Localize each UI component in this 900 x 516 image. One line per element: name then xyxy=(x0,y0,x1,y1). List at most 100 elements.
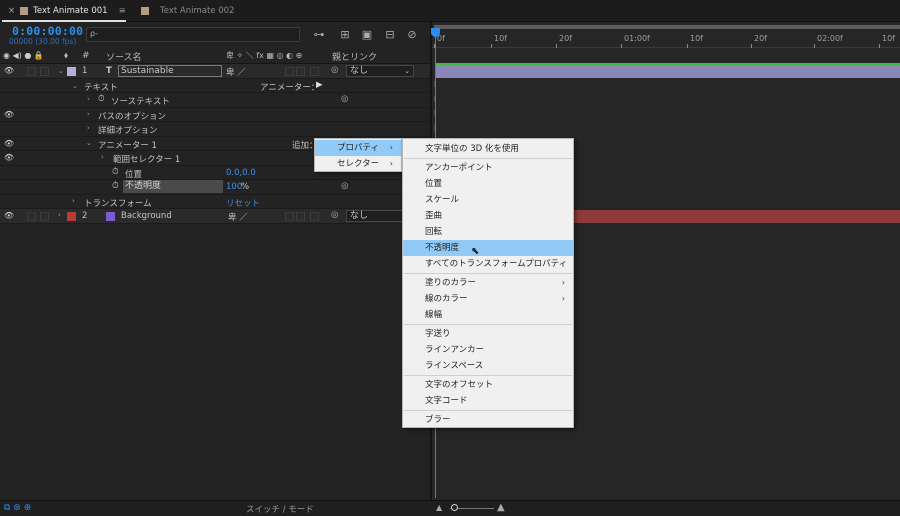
layer-1-duration-bar[interactable] xyxy=(436,65,900,78)
chevron-right-icon: › xyxy=(389,159,393,168)
menu-item-selector[interactable]: セレクター › xyxy=(315,156,401,172)
menu-item[interactable]: 位置 xyxy=(403,176,573,192)
motion-blur-switch[interactable] xyxy=(296,67,305,76)
menu-item[interactable]: 文字のオフセット xyxy=(403,377,573,393)
menu-item[interactable]: 不透明度 ⬉ xyxy=(403,240,573,257)
layer-name[interactable]: Background xyxy=(121,211,172,221)
menu-item[interactable]: 歪曲 xyxy=(403,208,573,224)
pickwhip-icon[interactable]: ◎ xyxy=(331,65,338,75)
ruler-tick-label: 01:00f xyxy=(624,34,650,43)
menu-item[interactable]: 線のカラー › xyxy=(403,291,573,307)
time-ruler[interactable]: 0f 10f 20f 01:00f 10f 20f 02:00f 10f xyxy=(432,30,900,48)
layer-row-2[interactable]: 👁 › 2 Background 卑 ／ ◎ なし⌄ xyxy=(0,209,430,224)
play-icon[interactable]: ▶ xyxy=(316,80,323,90)
ruler-tick-mark xyxy=(621,44,622,48)
property-more-options[interactable]: › 詳細オプション xyxy=(0,122,430,137)
menu-item[interactable]: 字送り xyxy=(403,326,573,342)
stopwatch-icon[interactable]: ⏱ xyxy=(112,181,119,191)
property-path-options[interactable]: 👁 › パスのオプション xyxy=(0,108,430,122)
switches-modes-toggle[interactable]: スイッチ / モード xyxy=(246,503,314,515)
layer-search-field[interactable]: ρ- xyxy=(86,27,300,42)
collapse-switch-icon[interactable]: 卑 ／ xyxy=(228,211,248,223)
ruler-tick-label: 20f xyxy=(754,34,767,43)
pickwhip-icon[interactable]: ◎ xyxy=(341,181,348,191)
zoom-slider-handle[interactable] xyxy=(451,504,458,511)
lock-switch[interactable] xyxy=(40,212,49,221)
current-time-display[interactable]: 0:00:00:00 xyxy=(12,24,83,38)
comp-color-swatch xyxy=(20,7,29,15)
comp-flowchart-icon[interactable]: ⊶ xyxy=(312,28,326,41)
opacity-value[interactable]: 100 xyxy=(226,182,242,192)
search-input[interactable] xyxy=(87,28,299,41)
pickwhip-icon[interactable]: ◎ xyxy=(331,210,338,220)
motion-blur-switch[interactable] xyxy=(296,212,305,221)
menu-item[interactable]: ラインスペース xyxy=(403,358,573,374)
work-area-bar[interactable] xyxy=(434,25,900,29)
reset-link[interactable]: リセット xyxy=(226,197,260,209)
menu-item[interactable]: 回転 xyxy=(403,224,573,240)
range-selector-label: 範囲セレクター 1 xyxy=(113,155,181,165)
fx-switch[interactable] xyxy=(285,67,294,76)
layer-number: 1 xyxy=(82,66,88,76)
eye-icon[interactable]: 👁 xyxy=(3,210,15,222)
menu-item[interactable]: 文字コード xyxy=(403,393,573,409)
adjustment-switch[interactable] xyxy=(310,212,319,221)
menu-item[interactable]: スケール xyxy=(403,192,573,208)
tab-text-animate-001[interactable]: × Text Animate 001 ≡ xyxy=(2,0,132,22)
position-value[interactable]: 0.0,0.0 xyxy=(226,168,256,178)
property-source-text[interactable]: › ⏱ ソーステキスト ◎ xyxy=(0,93,430,108)
property-opacity[interactable]: ⏱ 不透明度 100 % ◎ xyxy=(0,180,430,195)
chevron-right-icon[interactable]: › xyxy=(87,124,90,132)
eye-icon[interactable]: 👁 xyxy=(3,65,15,77)
tab-text-animate-002[interactable]: Text Animate 002 xyxy=(135,0,240,22)
layer-label-color[interactable] xyxy=(67,212,76,221)
layer-label-color[interactable] xyxy=(67,67,76,76)
adjustment-switch[interactable] xyxy=(310,67,319,76)
solo-switch[interactable] xyxy=(27,67,36,76)
motion-blur-icon[interactable]: ⊘ xyxy=(405,28,419,41)
lock-switch[interactable] xyxy=(40,67,49,76)
solo-switch[interactable] xyxy=(27,212,36,221)
property-transform[interactable]: › トランスフォーム リセット xyxy=(0,195,430,209)
frame-rate-label: 00000 (30.00 fps) xyxy=(9,37,77,46)
layer-row-1[interactable]: 👁 ⌄ 1 T Sustainable 卑 ／ ◎ なし ⌄ xyxy=(0,64,430,79)
parent-link-header[interactable]: 親とリンク xyxy=(332,50,377,63)
shy-layers-icon[interactable]: ▣ xyxy=(360,28,374,41)
ruler-tick-mark xyxy=(687,44,688,48)
menu-item[interactable]: ラインアンカー xyxy=(403,342,573,358)
fx-switch[interactable] xyxy=(285,212,294,221)
chevron-down-icon[interactable]: ⌄ xyxy=(58,67,64,75)
frame-blending-icon[interactable]: ⊟ xyxy=(383,28,397,41)
draft-3d-icon[interactable]: ⊞ xyxy=(338,28,352,41)
zoom-in-icon[interactable]: ▲ xyxy=(497,502,505,513)
chevron-right-icon[interactable]: › xyxy=(87,95,90,103)
menu-item[interactable]: 文字単位の 3D 化を使用 xyxy=(403,141,573,157)
menu-item-property[interactable]: プロパティ › xyxy=(315,140,401,156)
chevron-right-icon[interactable]: › xyxy=(101,153,104,161)
stopwatch-icon[interactable]: ⏱ xyxy=(112,167,119,177)
property-text[interactable]: ⌄ テキスト アニメーター： ▶ xyxy=(0,79,430,93)
menu-item[interactable]: すべてのトランスフォームプロパティ xyxy=(403,256,573,272)
collapse-switch-icon[interactable]: 卑 ／ xyxy=(226,66,246,78)
parent-dropdown[interactable]: なし ⌄ xyxy=(346,65,414,77)
source-name-header[interactable]: ソース名 xyxy=(106,50,142,63)
stopwatch-icon[interactable]: ⏱ xyxy=(98,94,105,104)
menu-item[interactable]: アンカーポイント xyxy=(403,160,573,176)
chevron-right-icon[interactable]: › xyxy=(72,197,75,205)
chevron-down-icon[interactable]: ⌄ xyxy=(86,139,92,147)
close-tab-icon[interactable]: × xyxy=(8,6,15,16)
pickwhip-icon[interactable]: ◎ xyxy=(341,94,348,104)
zoom-out-icon[interactable]: ▲ xyxy=(436,503,442,512)
eye-icon[interactable]: 👁 xyxy=(3,138,15,150)
menu-item[interactable]: 線幅 xyxy=(403,307,573,323)
menu-item[interactable]: ブラー xyxy=(403,412,573,428)
tab-menu-icon[interactable]: ≡ xyxy=(119,6,126,16)
layer-name-field[interactable]: Sustainable xyxy=(118,65,222,77)
chevron-right-icon[interactable]: › xyxy=(58,211,61,219)
render-time-icon[interactable]: ⧉ ⊛ ⊕ xyxy=(4,503,31,513)
eye-icon[interactable]: 👁 xyxy=(3,109,15,121)
menu-item[interactable]: 塗りのカラー › xyxy=(403,275,573,291)
chevron-right-icon[interactable]: › xyxy=(87,110,90,118)
eye-icon[interactable]: 👁 xyxy=(3,152,15,164)
chevron-down-icon[interactable]: ⌄ xyxy=(72,82,78,90)
